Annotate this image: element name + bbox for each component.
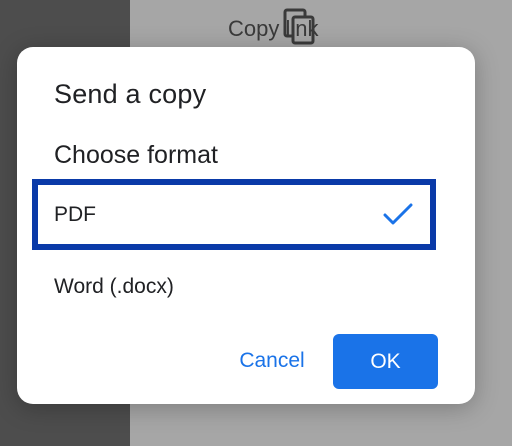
- checkmark-icon: [383, 203, 413, 225]
- cancel-button[interactable]: Cancel: [222, 335, 322, 387]
- format-option-pdf[interactable]: PDF: [17, 180, 475, 250]
- ok-button[interactable]: OK: [333, 334, 438, 389]
- choose-format-label: Choose format: [54, 141, 218, 169]
- send-copy-dialog: Send a copy Choose format PDF Word (.doc…: [17, 47, 475, 404]
- format-option-label: Word (.docx): [54, 275, 174, 298]
- copy-link-label: Copy link: [228, 16, 319, 41]
- format-option-label: PDF: [54, 203, 96, 226]
- format-option-word[interactable]: Word (.docx): [17, 252, 475, 322]
- dialog-title: Send a copy: [54, 79, 207, 109]
